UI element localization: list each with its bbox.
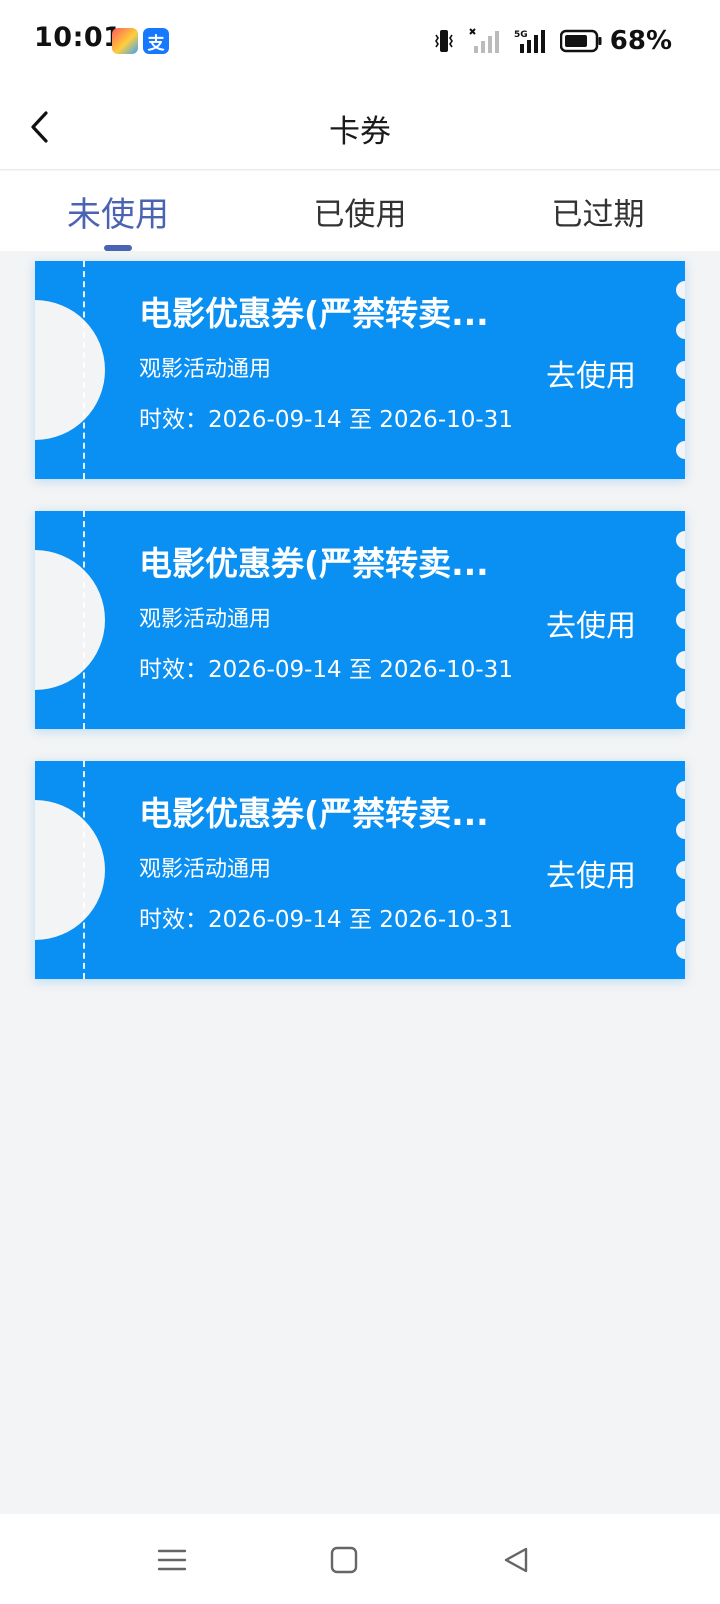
back-triangle-icon[interactable] [498, 1542, 534, 1578]
use-coupon-button[interactable]: 去使用 [546, 351, 636, 395]
coupon-validity: 时效：2026-09-14 至 2026-10-31 [139, 657, 513, 683]
notification-clown-icon [112, 28, 138, 54]
nav-bar: 卡券 [0, 84, 720, 170]
use-coupon-button[interactable]: 去使用 [546, 851, 636, 895]
battery-icon [559, 29, 602, 53]
page-title: 卡券 [329, 114, 391, 150]
tab-used-label: 已使用 [313, 197, 407, 233]
coupon-title: 电影优惠券(严禁转卖... [139, 794, 489, 833]
coupon-description: 观影活动通用 [139, 857, 272, 882]
alipay-icon: 支 [143, 28, 169, 54]
signal-nosim-icon [468, 28, 500, 54]
tab-active-indicator [104, 245, 132, 251]
coupon-dash-line [83, 761, 85, 979]
tab-expired[interactable]: 已过期 [538, 171, 658, 251]
tab-unused-label: 未使用 [67, 195, 169, 235]
coupon-card[interactable]: 电影优惠券(严禁转卖... 观影活动通用 时效：2026-09-14 至 202… [35, 511, 685, 729]
home-icon[interactable] [326, 1542, 362, 1578]
coupon-title: 电影优惠券(严禁转卖... [139, 294, 489, 333]
status-indicators: 5G 68% [434, 24, 672, 58]
tab-bar: 未使用 已使用 已过期 [0, 171, 720, 251]
use-coupon-button[interactable]: 去使用 [546, 601, 636, 645]
status-bar: 10:01 支 5G 68% [0, 0, 720, 84]
coupon-edge-perforation [676, 531, 685, 729]
coupon-edge-perforation [676, 281, 685, 479]
status-time: 10:01 [34, 22, 123, 53]
network-type-label: 5G [514, 30, 528, 40]
coupon-card[interactable]: 电影优惠券(严禁转卖... 观影活动通用 时效：2026-09-14 至 202… [35, 261, 685, 479]
coupon-description: 观影活动通用 [139, 607, 272, 632]
coupon-card[interactable]: 电影优惠券(严禁转卖... 观影活动通用 时效：2026-09-14 至 202… [35, 761, 685, 979]
coupon-dash-line [83, 511, 85, 729]
coupon-validity: 时效：2026-09-14 至 2026-10-31 [139, 907, 513, 933]
battery-percentage: 68% [609, 26, 672, 56]
coupon-dash-line [83, 261, 85, 479]
coupon-validity: 时效：2026-09-14 至 2026-10-31 [139, 407, 513, 433]
tab-expired-label: 已过期 [551, 197, 645, 233]
coupon-description: 观影活动通用 [139, 357, 272, 382]
signal-icon: 5G [514, 28, 546, 54]
coupon-edge-perforation [676, 781, 685, 979]
coupon-title: 电影优惠券(严禁转卖... [139, 544, 489, 583]
tab-used[interactable]: 已使用 [300, 171, 420, 251]
tab-unused[interactable]: 未使用 [58, 171, 178, 251]
vibrate-icon [434, 27, 454, 55]
coupon-notch [35, 800, 105, 940]
coupon-notch [35, 300, 105, 440]
menu-icon[interactable] [154, 1542, 190, 1578]
coupon-notch [35, 550, 105, 690]
system-nav-bar [0, 1514, 720, 1604]
